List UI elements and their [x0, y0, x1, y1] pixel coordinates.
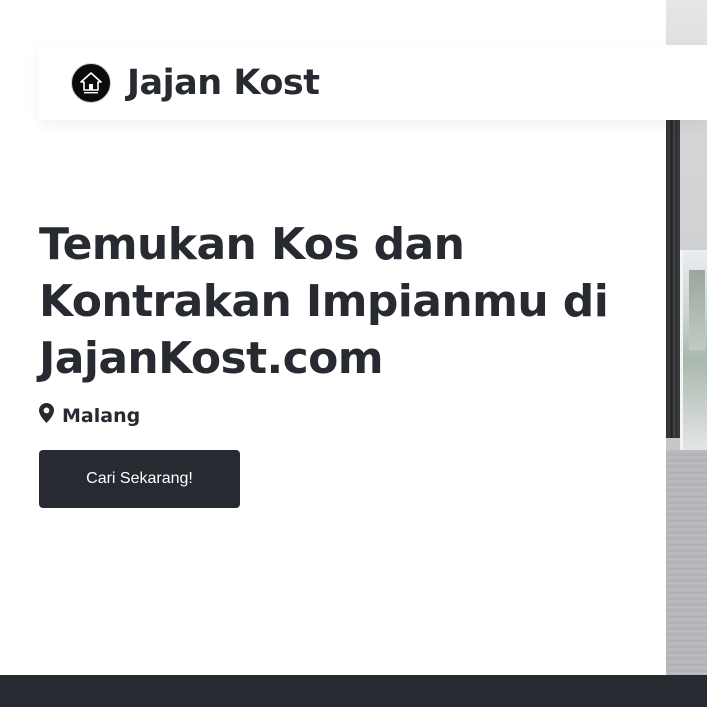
- location-label: Malang: [62, 404, 141, 427]
- top-navbar: Jajan Kost: [39, 45, 707, 120]
- photo-curtain: [666, 118, 680, 438]
- brand-name[interactable]: Jajan Kost: [127, 63, 320, 103]
- search-now-button[interactable]: Cari Sekarang!: [39, 450, 240, 508]
- location-info: Malang: [39, 403, 140, 428]
- photo-floor: [666, 450, 707, 675]
- house-logo-icon[interactable]: [71, 62, 111, 103]
- photo-window: [680, 250, 707, 450]
- footer-strip: [0, 675, 707, 707]
- hero-title: Temukan Kos dan Kontrakan Impianmu di Ja…: [39, 219, 609, 384]
- landing-page: Jajan Kost Temukan Kos dan Kontrakan Imp…: [0, 0, 707, 707]
- map-pin-icon: [39, 403, 54, 428]
- house-logo-svg: [80, 71, 102, 93]
